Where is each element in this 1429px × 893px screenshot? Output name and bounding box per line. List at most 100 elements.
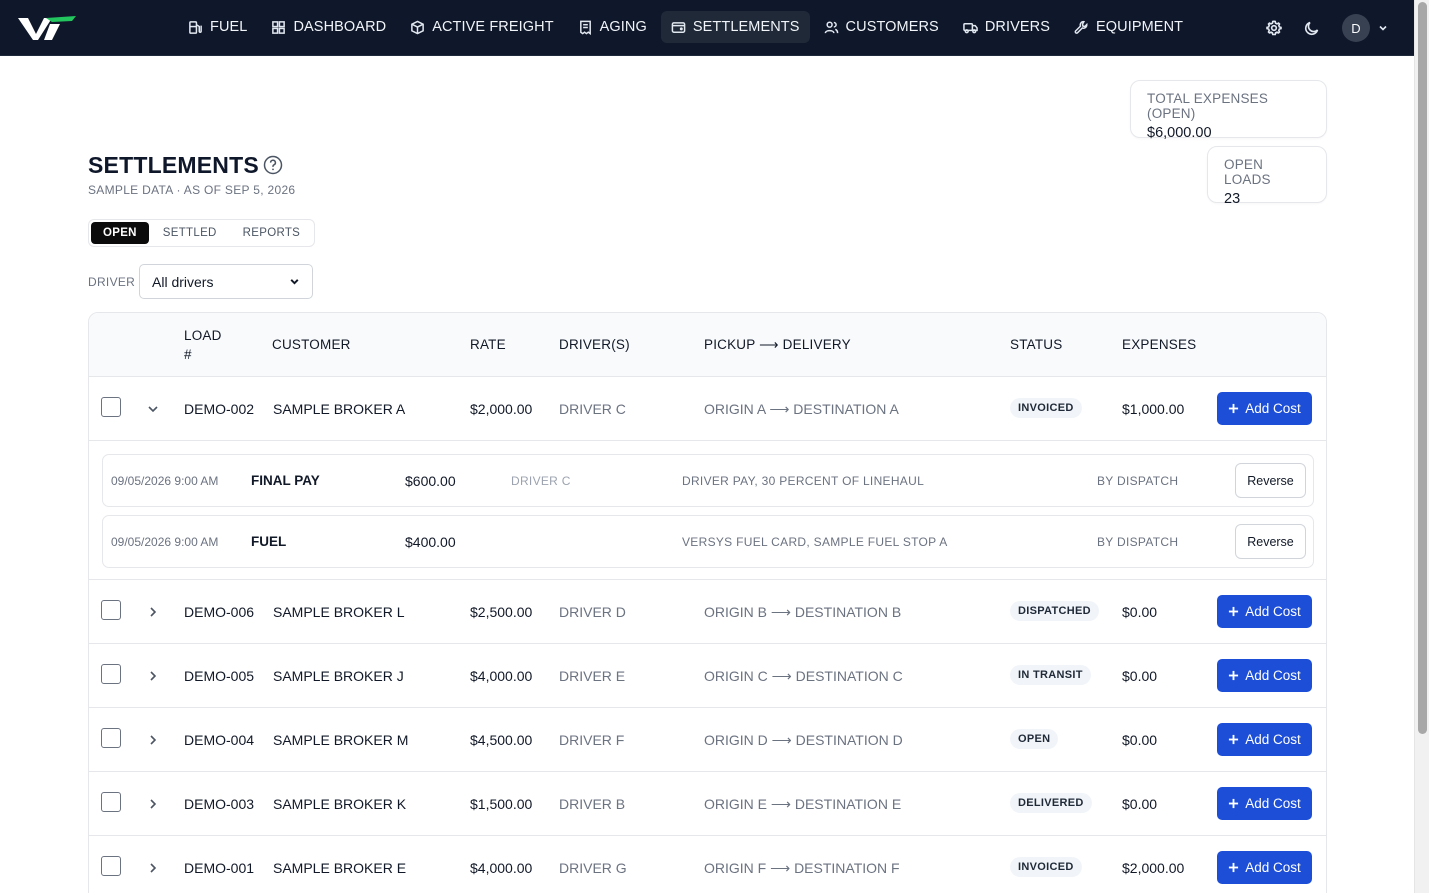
nav-item-equipment[interactable]: EQUIPMENT xyxy=(1064,11,1193,43)
nav-item-aging[interactable]: AGING xyxy=(568,11,657,43)
dark-mode-moon-icon[interactable] xyxy=(1304,20,1320,36)
receipt-icon xyxy=(579,20,591,35)
driver-name: DRIVER G xyxy=(559,860,627,876)
page-title: SETTLEMENTS xyxy=(88,152,259,178)
load-number[interactable]: DEMO-003 xyxy=(184,796,254,812)
nav-item-active-freight[interactable]: ACTIVE FREIGHT xyxy=(400,11,563,43)
status-badge: IN TRANSIT xyxy=(1010,665,1091,685)
driver-name: DRIVER C xyxy=(559,401,626,417)
table-row[interactable]: DEMO-006 SAMPLE BROKER L $2,500.00 DRIVE… xyxy=(89,580,1326,644)
add-cost-button[interactable]: Add Cost xyxy=(1217,392,1312,425)
stat-label: TOTAL EXPENSES (OPEN) xyxy=(1147,91,1269,121)
expense-amount: $600.00 xyxy=(405,473,456,489)
driver-filter-select[interactable]: All drivers xyxy=(139,264,313,299)
user-menu[interactable]: D xyxy=(1342,14,1388,42)
expenses-value: $0.00 xyxy=(1122,796,1158,812)
stat-value: 23 xyxy=(1224,191,1241,207)
expense-details: 09/05/2026 9:00 AM FINAL PAY $600.00 DRI… xyxy=(89,441,1326,580)
plus-icon xyxy=(1229,670,1239,681)
row-checkbox[interactable] xyxy=(101,600,121,620)
nav-label: SETTLEMENTS xyxy=(692,19,800,35)
header-drivers: DRIVER(S) xyxy=(559,337,630,352)
add-cost-label: Add Cost xyxy=(1245,796,1301,811)
table-row[interactable]: DEMO-003 SAMPLE BROKER K $1,500.00 DRIVE… xyxy=(89,772,1326,836)
nav-item-fuel[interactable]: FUEL xyxy=(178,11,257,43)
expense-date: 09/05/2026 9:00 AM xyxy=(111,535,219,549)
driver-name: DRIVER B xyxy=(559,796,626,812)
load-number[interactable]: DEMO-001 xyxy=(184,860,254,876)
table-row[interactable]: DEMO-001 SAMPLE BROKER E $4,000.00 DRIVE… xyxy=(89,836,1326,893)
plus-icon xyxy=(1229,862,1239,873)
row-checkbox[interactable] xyxy=(101,856,121,876)
settlement-tabs: OPEN SETTLED REPORTS xyxy=(88,219,316,247)
add-cost-button[interactable]: Add Cost xyxy=(1217,787,1312,820)
expense-created-by: BY DISPATCH xyxy=(1097,474,1179,488)
nav-item-drivers[interactable]: DRIVERS xyxy=(953,11,1060,43)
nav-item-customers[interactable]: CUSTOMERS xyxy=(814,11,949,43)
expenses-value: $0.00 xyxy=(1122,732,1158,748)
header-route: PICKUP ⟶ DELIVERY xyxy=(704,337,851,352)
chevron-right-icon[interactable] xyxy=(147,605,159,617)
nav-item-settlements[interactable]: SETTLEMENTS xyxy=(660,11,810,43)
tab-settled[interactable]: SETTLED xyxy=(151,222,229,244)
rate-value: $4,000.00 xyxy=(470,668,533,684)
table-row[interactable]: DEMO-005 SAMPLE BROKER J $4,000.00 DRIVE… xyxy=(89,644,1326,708)
add-cost-button[interactable]: Add Cost xyxy=(1217,723,1312,756)
expenses-value: $2,000.00 xyxy=(1122,860,1185,876)
header-load: LOAD # xyxy=(184,328,222,362)
plus-icon xyxy=(1229,606,1239,617)
row-checkbox[interactable] xyxy=(101,397,121,417)
tab-open[interactable]: OPEN xyxy=(91,222,149,244)
route-text: ORIGIN A ⟶ DESTINATION A xyxy=(704,401,899,417)
stat-label: OPEN LOADS xyxy=(1224,157,1271,187)
expense-entry: 09/05/2026 9:00 AM FUEL $400.00 VERSYS F… xyxy=(102,515,1314,568)
table-row[interactable]: DEMO-004 SAMPLE BROKER M $4,500.00 DRIVE… xyxy=(89,708,1326,772)
stat-value: $6,000.00 xyxy=(1147,125,1212,141)
expense-description: VERSYS FUEL CARD, SAMPLE FUEL STOP A xyxy=(682,535,948,549)
wrench-icon xyxy=(1074,20,1088,34)
load-number[interactable]: DEMO-005 xyxy=(184,668,254,684)
reverse-button[interactable]: Reverse xyxy=(1235,463,1306,498)
truck-icon xyxy=(963,22,978,33)
row-checkbox[interactable] xyxy=(101,792,121,812)
brand-logo[interactable] xyxy=(16,12,78,44)
package-icon xyxy=(411,20,425,34)
add-cost-button[interactable]: Add Cost xyxy=(1217,595,1312,628)
chevron-right-icon[interactable] xyxy=(147,797,159,809)
total-expenses-card: TOTAL EXPENSES (OPEN) $6,000.00 xyxy=(1130,80,1327,141)
add-cost-label: Add Cost xyxy=(1245,604,1301,619)
driver-filter-label: DRIVER xyxy=(88,275,136,289)
load-number[interactable]: DEMO-002 xyxy=(184,401,254,417)
customer-name: SAMPLE BROKER L xyxy=(273,604,405,620)
chevron-down-icon[interactable] xyxy=(147,402,159,414)
add-cost-button[interactable]: Add Cost xyxy=(1217,659,1312,692)
add-cost-button[interactable]: Add Cost xyxy=(1217,851,1312,884)
load-number[interactable]: DEMO-004 xyxy=(184,732,254,748)
row-checkbox[interactable] xyxy=(101,728,121,748)
table-row[interactable]: DEMO-002 SAMPLE BROKER A $2,000.00 DRIVE… xyxy=(89,377,1326,441)
expense-created-by: BY DISPATCH xyxy=(1097,535,1179,549)
expense-date: 09/05/2026 9:00 AM xyxy=(111,474,219,488)
settings-gear-icon[interactable] xyxy=(1266,20,1282,36)
scrollbar-thumb[interactable] xyxy=(1418,2,1427,734)
page-scrollbar[interactable] xyxy=(1414,0,1429,893)
dashboard-grid-icon xyxy=(272,20,286,34)
fuel-pump-icon xyxy=(189,20,202,34)
rate-value: $2,500.00 xyxy=(470,604,533,620)
driver-name: DRIVER E xyxy=(559,668,626,684)
nav-item-dashboard[interactable]: DASHBOARD xyxy=(261,11,396,43)
top-nav: FUEL DASHBOARD ACTIVE FREIGHT AGING SETT… xyxy=(0,0,1414,56)
status-badge: DISPATCHED xyxy=(1010,601,1099,621)
avatar[interactable]: D xyxy=(1342,14,1370,42)
status-badge: DELIVERED xyxy=(1010,793,1092,813)
chevron-right-icon[interactable] xyxy=(147,861,159,873)
chevron-right-icon[interactable] xyxy=(147,669,159,681)
row-checkbox[interactable] xyxy=(101,664,121,684)
help-question-icon[interactable] xyxy=(263,155,283,175)
tab-reports[interactable]: REPORTS xyxy=(231,222,312,244)
load-number[interactable]: DEMO-006 xyxy=(184,604,254,620)
page-subtitle: SAMPLE DATA · AS OF SEP 5, 2026 xyxy=(88,183,296,197)
header-customer: CUSTOMER xyxy=(272,337,351,352)
reverse-button[interactable]: Reverse xyxy=(1235,524,1306,559)
chevron-right-icon[interactable] xyxy=(147,733,159,745)
